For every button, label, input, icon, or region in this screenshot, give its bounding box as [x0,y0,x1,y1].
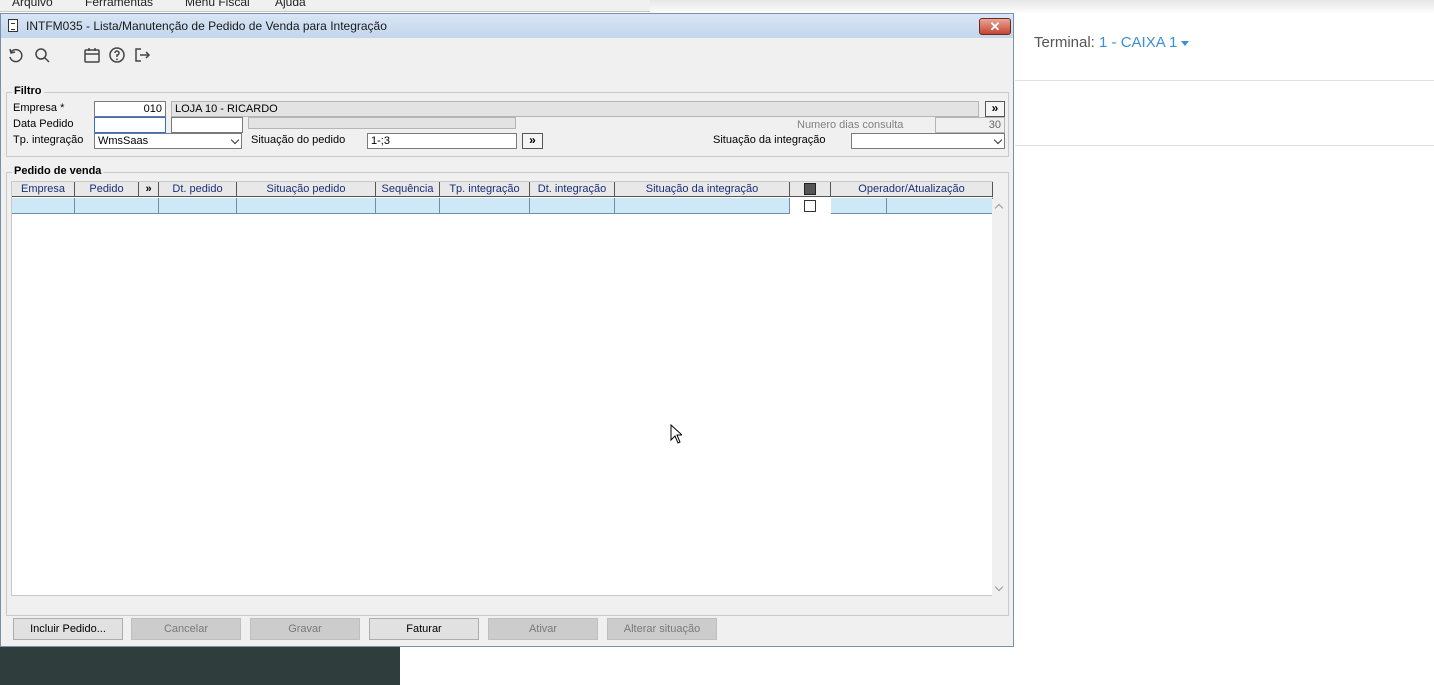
help-icon[interactable] [108,46,126,64]
menu-fiscal[interactable]: Menu Fiscal [185,0,250,9]
table-cell[interactable] [440,198,530,214]
alterar-situacao-button[interactable]: Alterar situação [607,618,717,640]
data-pedido-from-input[interactable] [94,117,166,133]
faturar-button[interactable]: Faturar [369,618,479,640]
pedido-grid: Empresa Pedido » Dt. pedido Situação ped… [11,181,993,596]
table-cell[interactable] [615,198,790,214]
background-panel [0,647,400,685]
scroll-up-icon[interactable] [994,203,1004,213]
numero-dias-field: 30 [935,117,1005,133]
close-button[interactable]: ✕ [979,18,1011,35]
dialog-window: INTFM035 - Lista/Manutenção de Pedido de… [0,13,1014,647]
ativar-button[interactable]: Ativar [488,618,598,640]
table-cell [790,198,831,214]
table-cell[interactable] [75,198,159,214]
situacao-pedido-more-button[interactable]: » [522,133,543,149]
table-cell[interactable] [12,198,75,214]
col-situacao-pedido[interactable]: Situação pedido [237,182,376,197]
tp-integracao-value: WmsSaas [98,135,149,147]
col-select-all[interactable] [790,182,831,197]
menu-arquivo[interactable]: Arquivo [12,0,53,9]
menu-ferramentas[interactable]: Ferramentas [85,0,153,9]
col-sequencia[interactable]: Sequência [376,182,440,197]
document-icon [8,19,18,32]
filtro-title: Filtro [12,85,44,97]
pedido-title: Pedido de venda [12,165,104,177]
table-cell[interactable] [887,198,993,214]
situacao-integracao-label: Situação da integração [713,134,826,146]
table-cell[interactable] [376,198,440,214]
search-icon[interactable] [33,46,51,64]
data-pedido-to-input[interactable] [171,117,243,133]
calendar-icon[interactable] [83,46,101,64]
situacao-integracao-select[interactable] [851,133,1005,149]
col-empresa[interactable]: Empresa [12,182,75,197]
numero-dias-label: Numero dias consulta [797,119,904,131]
col-tp-integracao[interactable]: Tp. integração [440,182,530,197]
situacao-pedido-label: Situação do pedido [251,134,346,146]
background-shadow [650,0,1434,14]
scroll-down-icon[interactable] [994,582,1004,592]
exit-icon[interactable] [133,46,151,64]
divider [1015,80,1434,81]
table-cell[interactable] [159,198,237,214]
data-pedido-label: Data Pedido [13,118,74,130]
terminal-label: Terminal: [1034,34,1095,51]
tp-integracao-label: Tp. integração [13,134,84,146]
chevron-down-icon [230,135,240,145]
mouse-cursor-icon [670,424,682,444]
toolbar [1,38,1013,70]
window-titlebar: INTFM035 - Lista/Manutenção de Pedido de… [1,14,1013,38]
col-dt-pedido[interactable]: Dt. pedido [159,182,237,197]
situacao-pedido-input[interactable]: 1-;3 [367,133,517,149]
undo-icon[interactable] [7,46,25,64]
row-checkbox[interactable] [804,200,816,212]
vertical-scrollbar[interactable] [992,199,1007,596]
table-cell[interactable] [530,198,615,214]
chevron-down-icon [1181,40,1190,46]
empresa-code-input[interactable]: 010 [94,101,166,117]
table-cell[interactable] [831,198,887,214]
chevron-down-icon [993,135,1003,145]
incluir-pedido-button[interactable]: Incluir Pedido... [13,618,123,640]
col-situacao-integracao[interactable]: Situação da integração [615,182,790,197]
col-dt-integracao[interactable]: Dt. integração [530,182,615,197]
empresa-more-button[interactable]: » [985,101,1005,117]
divider [1015,145,1434,146]
table-cell[interactable] [237,198,376,214]
empresa-label: Empresa * [13,102,65,114]
window-title: INTFM035 - Lista/Manutenção de Pedido de… [26,19,387,33]
col-pedido[interactable]: Pedido [75,182,139,197]
select-all-checkbox[interactable] [804,183,816,195]
menu-ajuda[interactable]: Ajuda [275,0,306,9]
cancelar-button[interactable]: Cancelar [131,618,241,640]
data-pedido-readonly [248,117,516,129]
gravar-button[interactable]: Gravar [250,618,360,640]
col-operador[interactable]: Operador/Atualização [831,182,993,197]
tp-integracao-select[interactable]: WmsSaas [94,133,242,149]
terminal-value[interactable]: 1 - CAIXA 1 [1099,34,1177,51]
empresa-name-field: LOJA 10 - RICARDO [171,101,979,117]
terminal-selector[interactable]: Terminal: 1 - CAIXA 1 [1034,34,1190,51]
col-more-button[interactable]: » [139,182,159,197]
